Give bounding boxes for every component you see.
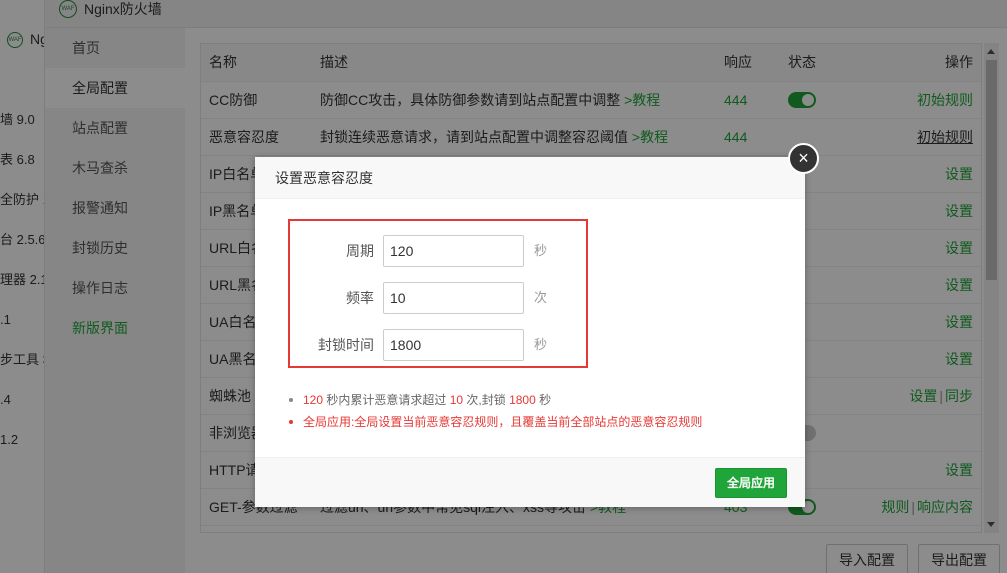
- block-time-input[interactable]: [383, 329, 524, 361]
- global-apply-warning: 全局应用:全局设置当前恶意容忍规则，且覆盖当前全部站点的恶意容忍规则: [285, 411, 702, 433]
- form-row-block-time: 封锁时间 秒: [290, 329, 586, 361]
- frequency-input[interactable]: [383, 282, 524, 314]
- block-time-unit: 秒: [534, 337, 548, 352]
- frequency-unit: 次: [534, 290, 548, 305]
- period-label: 周期: [346, 243, 374, 259]
- block-time-label: 封锁时间: [318, 337, 374, 353]
- close-icon[interactable]: ×: [788, 143, 819, 174]
- global-apply-button[interactable]: 全局应用: [715, 468, 787, 498]
- dialog-footer: 全局应用: [255, 457, 805, 507]
- hint-frequency-value: 10: [449, 393, 464, 407]
- summary-hint: 120 秒内累计恶意请求超过 10 次,封锁 1800 秒: [285, 389, 702, 411]
- hint-text: 秒内累计恶意请求超过: [323, 393, 450, 407]
- malicious-tolerance-dialog: 设置恶意容忍度 × 周期 秒 频率 次 封锁时间 秒 120 秒内累计恶意请求超…: [255, 143, 819, 507]
- hint-block-time-value: 1800: [509, 393, 536, 407]
- form-row-frequency: 频率 次: [290, 282, 586, 314]
- hint-list: 120 秒内累计恶意请求超过 10 次,封锁 1800 秒 全局应用:全局设置当…: [285, 389, 702, 433]
- dialog-title: 设置恶意容忍度: [255, 157, 805, 199]
- tolerance-form: 周期 秒 频率 次 封锁时间 秒: [288, 219, 588, 368]
- frequency-label: 频率: [346, 290, 374, 306]
- hint-period-value: 120: [303, 393, 324, 407]
- hint-text: 次,封锁: [463, 393, 510, 407]
- form-row-period: 周期 秒: [290, 235, 586, 267]
- period-input[interactable]: [383, 235, 524, 267]
- hint-text: 秒: [535, 393, 552, 407]
- period-unit: 秒: [534, 243, 548, 258]
